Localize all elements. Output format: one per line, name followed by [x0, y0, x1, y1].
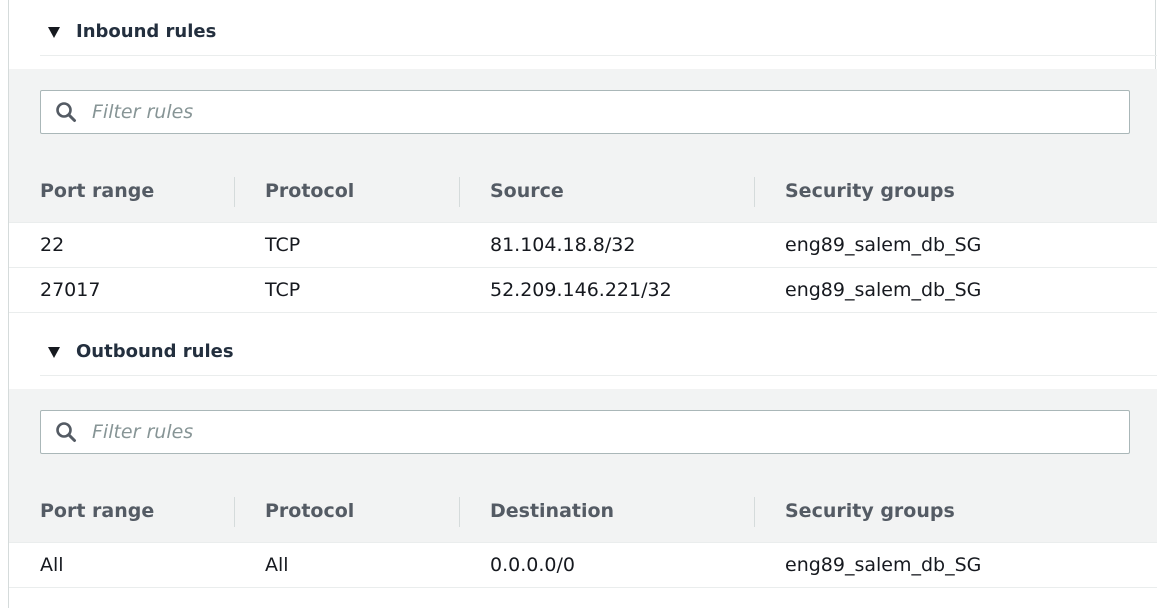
cell-port-range: 22 — [40, 234, 65, 256]
column-divider[interactable] — [234, 177, 235, 207]
column-header-destination[interactable]: Destination — [490, 479, 614, 543]
inbound-rules-header[interactable]: Inbound rules — [40, 8, 1157, 56]
column-divider[interactable] — [754, 497, 755, 527]
outbound-rules-header[interactable]: Outbound rules — [40, 328, 1157, 376]
cell-security-group: eng89_salem_db_SG — [785, 279, 982, 301]
cell-security-group: eng89_salem_db_SG — [785, 554, 982, 576]
column-divider[interactable] — [754, 177, 755, 207]
table-header-row: Port range Protocol Destination Security… — [9, 479, 1157, 543]
column-header-protocol[interactable]: Protocol — [265, 479, 354, 543]
column-header-security-groups[interactable]: Security groups — [785, 479, 955, 543]
filter-placeholder: Filter rules — [92, 421, 194, 443]
cell-protocol: TCP — [265, 234, 301, 256]
outbound-filter-input[interactable]: Filter rules — [40, 410, 1130, 454]
table-header-row: Port range Protocol Source Security grou… — [9, 159, 1157, 223]
inbound-rules-table: Port range Protocol Source Security grou… — [9, 159, 1157, 313]
cell-destination: 0.0.0.0/0 — [490, 554, 575, 576]
column-header-port-range[interactable]: Port range — [40, 479, 154, 543]
inbound-rules-title: Inbound rules — [76, 21, 217, 42]
cell-source: 52.209.146.221/32 — [490, 279, 672, 301]
column-header-security-groups[interactable]: Security groups — [785, 159, 955, 223]
table-row: All All 0.0.0.0/0 eng89_salem_db_SG — [9, 543, 1157, 588]
cell-protocol: All — [265, 554, 289, 576]
cell-port-range: 27017 — [40, 279, 101, 301]
outbound-rules-table: Port range Protocol Destination Security… — [9, 479, 1157, 588]
table-row: 22 TCP 81.104.18.8/32 eng89_salem_db_SG — [9, 223, 1157, 268]
outbound-rules-title: Outbound rules — [76, 341, 234, 362]
inbound-filter-input[interactable]: Filter rules — [40, 90, 1130, 134]
column-divider[interactable] — [234, 497, 235, 527]
search-icon — [54, 420, 78, 444]
column-header-source[interactable]: Source — [490, 159, 564, 223]
cell-port-range: All — [40, 554, 64, 576]
column-header-port-range[interactable]: Port range — [40, 159, 154, 223]
caret-down-icon[interactable] — [48, 26, 60, 38]
cell-security-group: eng89_salem_db_SG — [785, 234, 982, 256]
cell-protocol: TCP — [265, 279, 301, 301]
column-divider[interactable] — [459, 177, 460, 207]
table-row: 27017 TCP 52.209.146.221/32 eng89_salem_… — [9, 268, 1157, 313]
column-header-protocol[interactable]: Protocol — [265, 159, 354, 223]
filter-placeholder: Filter rules — [92, 101, 194, 123]
search-icon — [54, 100, 78, 124]
caret-down-icon[interactable] — [48, 346, 60, 358]
cell-source: 81.104.18.8/32 — [490, 234, 636, 256]
column-divider[interactable] — [459, 497, 460, 527]
